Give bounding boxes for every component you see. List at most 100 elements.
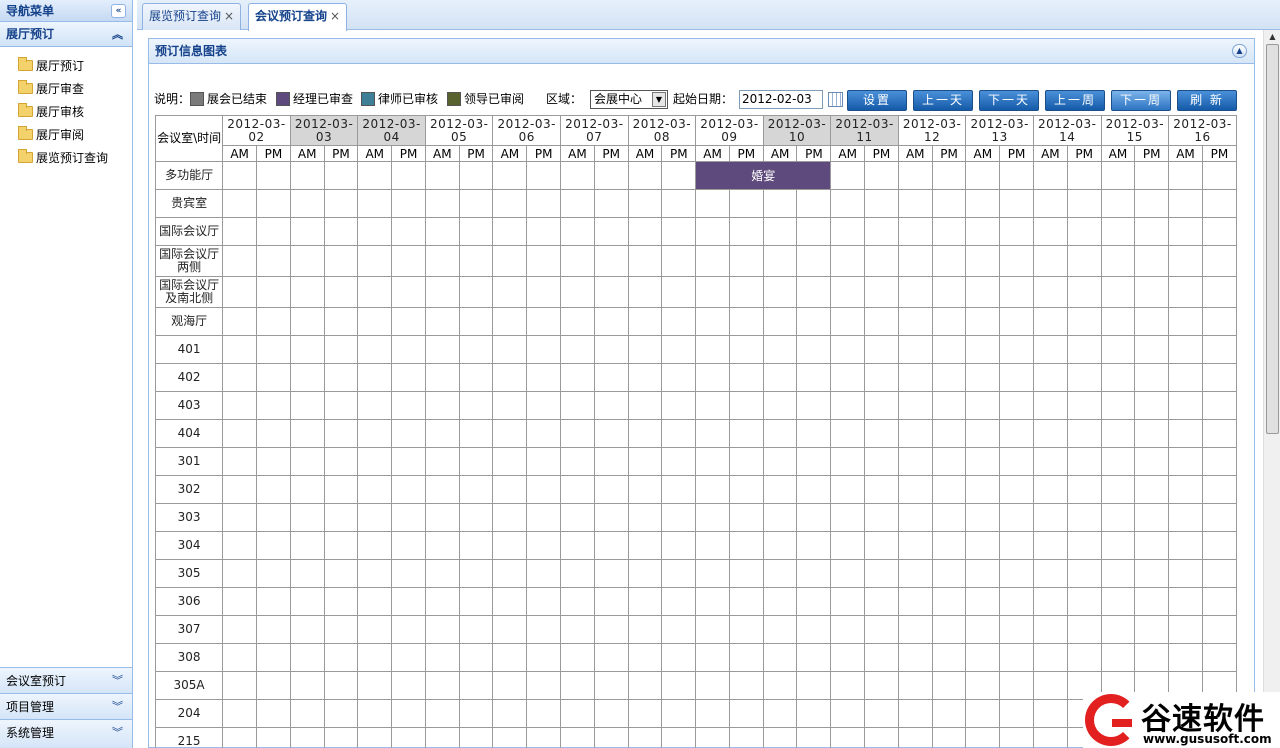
slot-cell[interactable] [1201,475,1237,504]
slot-cell[interactable] [391,447,426,476]
slot-cell[interactable] [830,217,866,246]
slot-cell[interactable] [1066,419,1102,448]
slot-cell[interactable] [424,363,460,392]
slot-cell[interactable] [864,307,899,336]
slot-cell[interactable] [289,587,325,616]
slot-cell[interactable] [492,531,528,560]
slot-cell[interactable] [999,419,1034,448]
slot-cell[interactable] [661,161,697,190]
slot-cell[interactable] [391,245,426,277]
slot-cell[interactable] [1032,276,1068,308]
slot-cell[interactable] [796,307,832,336]
slot-cell[interactable] [728,391,764,420]
slot-cell[interactable] [897,727,933,748]
slot-cell[interactable] [1168,447,1203,476]
slot-cell[interactable] [661,307,697,336]
slot-cell[interactable] [695,475,730,504]
slot-cell[interactable] [593,307,629,336]
slot-cell[interactable] [492,587,528,616]
slot-cell[interactable] [965,475,1001,504]
slot-cell[interactable] [864,727,899,748]
slot-cell[interactable] [728,503,764,532]
slot-cell[interactable] [627,475,663,504]
slot-cell[interactable] [593,217,629,246]
slot-cell[interactable] [661,699,697,728]
slot-cell[interactable] [323,587,359,616]
slot-cell[interactable] [1032,699,1068,728]
booking-block[interactable]: 婚宴 [695,161,832,190]
slot-cell[interactable] [289,419,325,448]
slot-cell[interactable] [357,447,393,476]
slot-cell[interactable] [999,559,1034,588]
next-day-button[interactable]: 下一天 [979,90,1039,111]
slot-cell[interactable] [1134,559,1170,588]
slot-cell[interactable] [897,419,933,448]
slot-cell[interactable] [492,245,528,277]
slot-cell[interactable] [222,475,257,504]
slot-cell[interactable] [458,587,494,616]
slot-cell[interactable] [560,503,595,532]
slot-cell[interactable] [627,671,663,700]
slot-cell[interactable] [897,447,933,476]
slot-cell[interactable] [1032,335,1068,364]
slot-cell[interactable] [897,363,933,392]
slot-cell[interactable] [593,587,629,616]
slot-cell[interactable] [1100,217,1136,246]
slot-cell[interactable] [492,161,528,190]
slot-cell[interactable] [1134,217,1170,246]
slot-cell[interactable] [830,727,866,748]
slot-cell[interactable] [897,475,933,504]
slot-cell[interactable] [728,419,764,448]
slot-cell[interactable] [391,419,426,448]
slot-cell[interactable] [391,307,426,336]
slot-cell[interactable] [897,699,933,728]
slot-cell[interactable] [1066,615,1102,644]
slot-cell[interactable] [965,559,1001,588]
slot-cell[interactable] [492,699,528,728]
slot-cell[interactable] [323,419,359,448]
slot-cell[interactable] [762,643,798,672]
slot-cell[interactable] [1168,335,1203,364]
area-select[interactable]: 会展中心 ▼ [590,90,668,109]
slot-cell[interactable] [728,699,764,728]
sidebar-section-project[interactable]: 项目管理 ︾ [0,693,132,719]
slot-cell[interactable] [661,419,697,448]
slot-cell[interactable] [830,475,866,504]
slot-cell[interactable] [1168,189,1203,218]
slot-cell[interactable] [1134,189,1170,218]
slot-cell[interactable] [864,699,899,728]
slot-cell[interactable] [289,699,325,728]
slot-cell[interactable] [897,307,933,336]
slot-cell[interactable] [458,503,494,532]
slot-cell[interactable] [526,335,562,364]
slot-cell[interactable] [458,699,494,728]
slot-cell[interactable] [492,363,528,392]
slot-cell[interactable] [1134,447,1170,476]
slot-cell[interactable] [492,727,528,748]
slot-cell[interactable] [255,363,291,392]
slot-cell[interactable] [627,531,663,560]
slot-cell[interactable] [458,363,494,392]
slot-cell[interactable] [560,447,595,476]
slot-cell[interactable] [1168,559,1203,588]
slot-cell[interactable] [1066,503,1102,532]
slot-cell[interactable] [289,189,325,218]
slot-cell[interactable] [222,699,257,728]
slot-cell[interactable] [830,419,866,448]
slot-cell[interactable] [864,615,899,644]
slot-cell[interactable] [222,161,257,190]
chevron-down-icon[interactable]: ︾ [112,668,123,694]
slot-cell[interactable] [1201,307,1237,336]
slot-cell[interactable] [830,391,866,420]
slot-cell[interactable] [526,615,562,644]
slot-cell[interactable] [965,391,1001,420]
slot-cell[interactable] [255,475,291,504]
slot-cell[interactable] [728,727,764,748]
slot-cell[interactable] [526,587,562,616]
slot-cell[interactable] [931,643,967,672]
slot-cell[interactable] [965,615,1001,644]
slot-cell[interactable] [931,335,967,364]
slot-cell[interactable] [661,531,697,560]
slot-cell[interactable] [526,643,562,672]
slot-cell[interactable] [560,217,595,246]
